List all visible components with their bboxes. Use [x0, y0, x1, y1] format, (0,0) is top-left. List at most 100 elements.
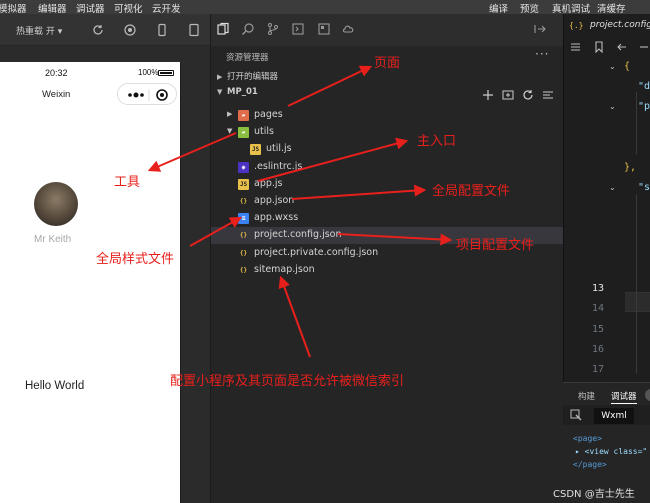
source-control-icon[interactable] [266, 22, 280, 36]
simulator-toolbar: 热重载 开 ▾ [0, 14, 210, 46]
username-label: Mr Keith [34, 234, 72, 245]
cloud-dev-icon[interactable] [342, 22, 356, 36]
hello-text: Hello World [25, 380, 85, 392]
xml-line[interactable]: ▸ <view class=" [575, 447, 647, 456]
code-line[interactable]: }, [624, 162, 636, 173]
chevron-down-icon: ▼ [217, 88, 223, 96]
tree-item[interactable]: {} app.json [211, 193, 564, 210]
code-line[interactable]: "p [638, 101, 650, 112]
tree-item-label: project.private.config.json [254, 246, 379, 258]
arrow-right-icon[interactable] [638, 41, 650, 53]
tree-item-label: utils [254, 126, 274, 138]
tree-item[interactable]: ◉ .eslintrc.js [211, 159, 564, 176]
tree-item[interactable]: JS util.js [211, 141, 564, 158]
extensions-icon[interactable] [317, 22, 331, 36]
tablet-icon[interactable] [187, 23, 201, 37]
code-line[interactable]: "d [638, 81, 650, 92]
refresh-icon[interactable] [91, 23, 105, 37]
indent-guide [636, 92, 637, 154]
status-battery: 100% [138, 68, 159, 77]
tab-debugger[interactable]: 调试器 [611, 390, 637, 404]
stop-icon[interactable] [123, 23, 137, 37]
tree-item[interactable]: ≡ app.wxss [211, 210, 564, 227]
wxml-tab[interactable]: Wxml [594, 408, 634, 424]
tree-item[interactable]: JS app.js [211, 176, 564, 193]
tree-item-label: sitemap.json [254, 263, 315, 275]
hot-reload-toggle[interactable]: 热重载 开 ▾ [16, 24, 62, 37]
chevron-right-icon: ▶ [217, 73, 223, 81]
annotation-page: 页面 [374, 56, 401, 71]
capsule-menu[interactable] [117, 83, 177, 105]
more-dots-icon [128, 89, 168, 101]
json-file-icon: {} [239, 249, 248, 257]
tree-item-label: app.json [254, 195, 295, 206]
editor-breadcrumb [564, 38, 650, 56]
line-number: 15 [591, 323, 604, 335]
top-menubar: 模拟器 编辑器 调试器 可视化 云开发 编译 预览 真机调试 清缓存 [0, 0, 650, 15]
eslint-file-icon: ◉ [238, 161, 249, 173]
activity-bar [211, 14, 564, 46]
code-line[interactable]: { [624, 61, 630, 72]
js-file-icon: JS [250, 144, 261, 156]
tree-item[interactable]: ▶ ▰ pages [211, 107, 564, 124]
avatar[interactable] [34, 182, 78, 226]
json-file-icon: {} [239, 232, 248, 240]
project-section[interactable]: ▼ MP_01 [217, 87, 258, 97]
annotation-tools: 工具 [114, 175, 141, 190]
phone-icon[interactable] [155, 23, 169, 37]
json-file-icon: {.} [569, 21, 584, 30]
panel-layout-icon[interactable] [533, 22, 547, 36]
fold-chevron-icon[interactable]: ⌄ [609, 102, 616, 111]
xml-line[interactable]: </page> [573, 460, 607, 469]
debug-icon[interactable] [291, 22, 305, 36]
tree-item-label: util.js [266, 143, 292, 155]
tree-item-label: app.js [254, 177, 283, 189]
wxss-file-icon: ≡ [238, 213, 249, 225]
tab-build[interactable]: 构建 [578, 390, 595, 402]
line-number: 16 [591, 343, 604, 355]
list-icon[interactable] [570, 42, 581, 52]
code-line[interactable]: "s [638, 182, 650, 193]
arrow-left-icon[interactable] [616, 41, 628, 53]
tree-item[interactable]: {} sitemap.json [211, 262, 564, 279]
editor-tabs: {.} project.config.json [564, 14, 650, 38]
collapse-all-icon[interactable] [541, 88, 555, 102]
more-actions-button[interactable]: ··· [535, 47, 549, 61]
search-icon[interactable] [241, 22, 255, 36]
folder-utils-icon: ▰ [238, 127, 249, 139]
menu-cloud[interactable]: 云开发 [152, 1, 181, 15]
editor-tab-project-config[interactable]: {.} project.config.json [564, 14, 650, 38]
editor-tab-label: project.config.json [590, 20, 650, 30]
explorer-panel: 资源管理器 ··· ▶ 打开的编辑器 ▼ MP_01 ▶ ▰ pages ▼ ▰ utils J… [210, 14, 564, 503]
fold-chevron-icon[interactable]: ⌄ [609, 183, 616, 192]
xml-line[interactable]: <page> [573, 434, 602, 443]
indent-guide [636, 194, 637, 374]
open-editors-section[interactable]: ▶ 打开的编辑器 [217, 70, 278, 82]
tree-item[interactable]: ▼ ▰ utils [211, 124, 564, 141]
annotation-sitemap: 配置小程序及其页面是否允许被微信索引 [170, 374, 405, 389]
remote-debug-button[interactable]: 真机调试 [552, 1, 590, 15]
new-file-icon[interactable] [481, 88, 495, 102]
menu-simulator[interactable]: 模拟器 [0, 1, 27, 15]
files-icon[interactable] [216, 22, 230, 36]
refresh-explorer-icon[interactable] [521, 88, 535, 102]
preview-button[interactable]: 预览 [520, 1, 539, 15]
phone-simulator[interactable]: 20:32 100% Weixin Mr Keith Hello World [0, 62, 181, 503]
bookmark-icon[interactable] [594, 41, 604, 53]
project-name: MP_01 [227, 87, 258, 97]
badge-icon [645, 389, 650, 401]
chevron-right-icon: ▶ [227, 110, 233, 118]
menu-editor[interactable]: 编辑器 [38, 1, 67, 15]
json-file-icon: {} [239, 266, 248, 274]
menu-visual[interactable]: 可视化 [114, 1, 143, 15]
chevron-down-icon: ▼ [227, 127, 233, 136]
compile-button[interactable]: 编译 [489, 1, 508, 15]
clear-cache-button[interactable]: 清缓存 [597, 1, 626, 15]
menu-debugger[interactable]: 调试器 [76, 1, 105, 15]
annotation-main-entry: 主入口 [417, 134, 457, 149]
new-folder-icon[interactable] [501, 88, 515, 102]
fold-chevron-icon[interactable]: ⌄ [609, 62, 616, 71]
inspect-element-icon[interactable] [570, 409, 582, 421]
line-number: 17 [591, 364, 604, 375]
tree-item-label: pages [254, 109, 283, 120]
